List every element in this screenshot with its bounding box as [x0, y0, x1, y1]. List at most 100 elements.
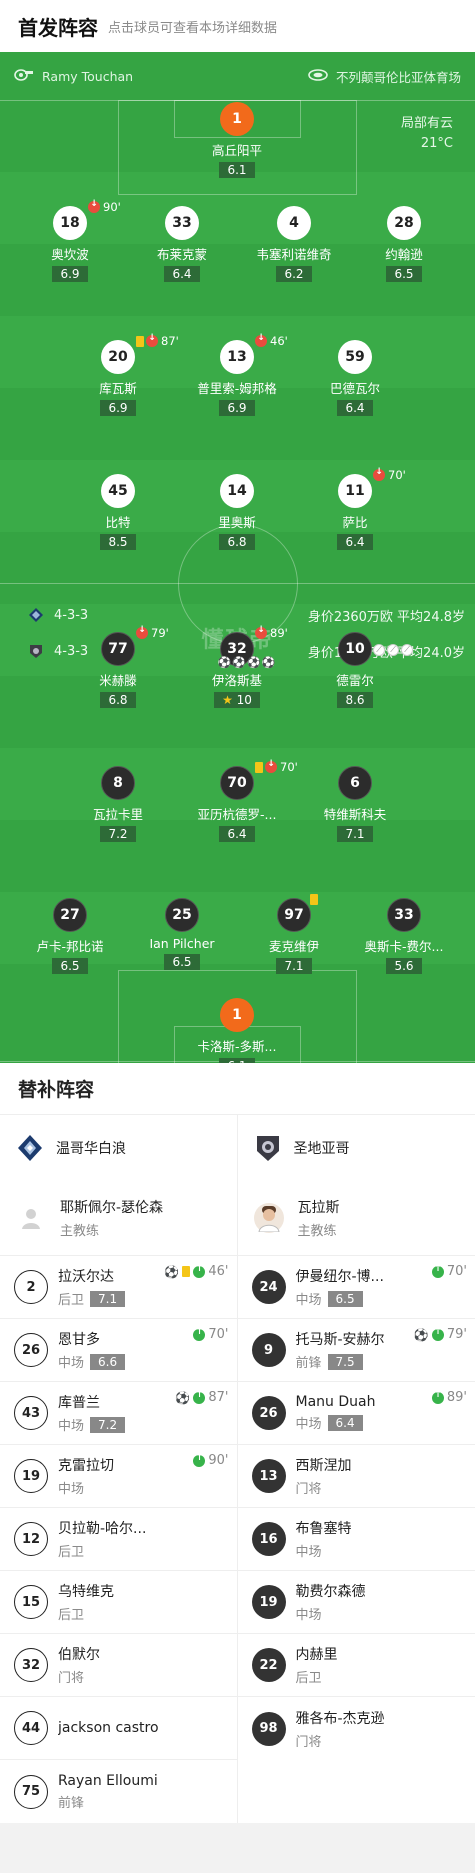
footer-spacer [0, 1823, 475, 1873]
sub-position: 中场 [296, 1541, 322, 1560]
coach-photo [254, 1203, 284, 1233]
away-coach-name: 瓦拉斯 [298, 1197, 340, 1217]
player-name: 卡洛斯-多斯... [177, 1036, 297, 1055]
whitecaps-badge-icon [28, 607, 44, 623]
page-subtitle: 点击球员可查看本场详细数据 [108, 17, 277, 36]
sub-position: 中场 [58, 1352, 84, 1371]
player-rating: 6.9 [100, 400, 136, 416]
home-player[interactable]: 33布莱克蒙6.4 [122, 206, 242, 282]
home-coach-role: 主教练 [60, 1220, 163, 1239]
sub-out-icon [265, 761, 277, 773]
home-player[interactable]: 1890'奥坎波6.9 [10, 206, 130, 282]
home-formation: 4-3-3 [54, 608, 88, 623]
home-player[interactable]: 1高丘阳平6.1 [177, 102, 297, 178]
home-team-row: 4-3-3 身价2360万欧 平均24.8岁 [0, 605, 475, 625]
sub-in-minute: 87' [208, 1390, 228, 1405]
sub-number: 12 [14, 1522, 48, 1556]
player-rating: 6.9 [52, 266, 88, 282]
sub-rating: 6.4 [328, 1415, 363, 1431]
stadium-icon [308, 69, 328, 84]
away-player[interactable]: 25Ian Pilcher6.5 [122, 898, 242, 970]
sub-player-row[interactable]: 26Manu Duah中场6.489' [238, 1382, 475, 1445]
sub-position-line: 后卫 [58, 1604, 114, 1623]
player-events: 90' [88, 200, 121, 214]
sub-out-minute: 90' [103, 200, 121, 214]
away-player[interactable]: 7779'米赫滕6.8 [58, 632, 178, 708]
sub-name: 拉沃尔达 [58, 1266, 125, 1286]
player-rating: 6.8 [100, 692, 136, 708]
player-number: 45 [101, 474, 135, 508]
player-rating: 6.4 [164, 266, 200, 282]
sub-number: 22 [252, 1648, 286, 1682]
away-player[interactable]: 97麦克维伊7.1 [234, 898, 354, 974]
player-name: 普里索-姆邦格 [177, 378, 297, 397]
san-diego-logo-icon [254, 1134, 282, 1162]
home-player[interactable]: 2087'库瓦斯6.9 [58, 340, 178, 416]
player-name: 德雷尔 [295, 670, 415, 689]
whitecaps-logo-icon [16, 1134, 44, 1162]
player-name: 约翰逊 [344, 244, 464, 263]
home-player[interactable]: 45比特8.5 [58, 474, 178, 550]
sub-out-minute: 79' [151, 626, 169, 640]
sub-in-minute: 89' [447, 1390, 467, 1405]
away-team-header[interactable]: 圣地亚哥 [238, 1115, 475, 1180]
home-player[interactable]: 1170'萨比6.4 [295, 474, 415, 550]
sub-player-row[interactable]: 32伯默尔门将 [0, 1634, 237, 1697]
sub-position: 前锋 [58, 1792, 84, 1811]
sub-position: 后卫 [58, 1289, 84, 1308]
player-events: 70' [373, 468, 406, 482]
away-player[interactable]: 6特维斯科夫7.1 [295, 766, 415, 842]
player-rating: 6.4 [219, 826, 255, 842]
sub-position-line: 中场 [296, 1541, 352, 1560]
sub-position-line: 后卫7.1 [58, 1289, 125, 1308]
player-number: 59 [338, 340, 372, 374]
player-name: Ian Pilcher [122, 936, 242, 951]
sub-player-row[interactable]: 98雅各布-杰克逊门将 [238, 1697, 475, 1760]
away-player[interactable]: 27卢卡-邦比诺6.5 [10, 898, 130, 974]
home-coach[interactable]: 耶斯佩尔-瑟伦森 主教练 [0, 1180, 237, 1256]
yellow-card-icon [255, 762, 263, 773]
sub-player-row[interactable]: 12贝拉勒-哈尔...后卫 [0, 1508, 237, 1571]
sub-player-row[interactable]: 19勒费尔森德中场 [238, 1571, 475, 1634]
sub-player-row[interactable]: 15乌特维克后卫 [0, 1571, 237, 1634]
sub-player-row[interactable]: 26恩甘多中场6.670' [0, 1319, 237, 1382]
sub-position-line: 中场 [58, 1478, 114, 1497]
player-number: 33 [387, 898, 421, 932]
sub-in-icon [193, 1392, 205, 1404]
player-events: 87' [136, 334, 179, 348]
sub-player-row[interactable]: 75Rayan Elloumi前锋 [0, 1760, 237, 1823]
sub-rating: 6.6 [90, 1354, 125, 1370]
home-player[interactable]: 28约翰逊6.5 [344, 206, 464, 282]
player-rating: 8.6 [337, 692, 373, 708]
sub-player-row[interactable]: 16布鲁塞特中场 [238, 1508, 475, 1571]
sub-position-line: 中场 [296, 1604, 366, 1623]
away-player[interactable]: 7070'亚历杭德罗-...6.4 [177, 766, 297, 842]
sub-position-line: 前锋7.5 [296, 1352, 385, 1371]
home-player[interactable]: 4韦塞利诺维奇6.2 [234, 206, 354, 282]
sub-player-row[interactable]: 13西斯涅加门将 [238, 1445, 475, 1508]
away-player[interactable]: 8瓦拉卡里7.2 [58, 766, 178, 842]
home-team-name: 温哥华白浪 [56, 1138, 126, 1158]
sub-player-row[interactable]: 24伊曼纽尔-博...中场6.570' [238, 1256, 475, 1319]
sub-player-row[interactable]: 9托马斯-安赫尔前锋7.5⚽79' [238, 1319, 475, 1382]
sub-position-line: 后卫 [58, 1541, 146, 1560]
away-player[interactable]: 3289'⚽⚽⚽⚽伊洛斯基★ 10 [177, 632, 297, 708]
home-player[interactable]: 1346'普里索-姆邦格6.9 [177, 340, 297, 416]
sub-position: 前锋 [296, 1352, 322, 1371]
away-player[interactable]: 33奥斯卡-费尔...5.6 [344, 898, 464, 974]
goal-icon: ⚽ [164, 1265, 179, 1279]
sub-player-row[interactable]: 2拉沃尔达后卫7.1⚽46' [0, 1256, 237, 1319]
sub-player-row[interactable]: 44jackson castro [0, 1697, 237, 1760]
home-team-header[interactable]: 温哥华白浪 [0, 1115, 237, 1180]
weather-text: 局部有云 [401, 114, 453, 134]
away-coach[interactable]: 瓦拉斯 主教练 [238, 1180, 475, 1256]
sub-player-row[interactable]: 19克雷拉切中场90' [0, 1445, 237, 1508]
home-player[interactable]: 14里奥斯6.8 [177, 474, 297, 550]
away-player[interactable]: 10⟋⟋⟋德雷尔8.6 [295, 632, 415, 708]
sub-player-row[interactable]: 43库普兰中场7.2⚽87' [0, 1382, 237, 1445]
player-name: 巴德瓦尔 [295, 378, 415, 397]
sub-player-row[interactable]: 22内赫里后卫 [238, 1634, 475, 1697]
away-player[interactable]: 1卡洛斯-多斯...6.1 [177, 998, 297, 1063]
home-player[interactable]: 59巴德瓦尔6.4 [295, 340, 415, 416]
referee-name: Ramy Touchan [42, 69, 133, 84]
